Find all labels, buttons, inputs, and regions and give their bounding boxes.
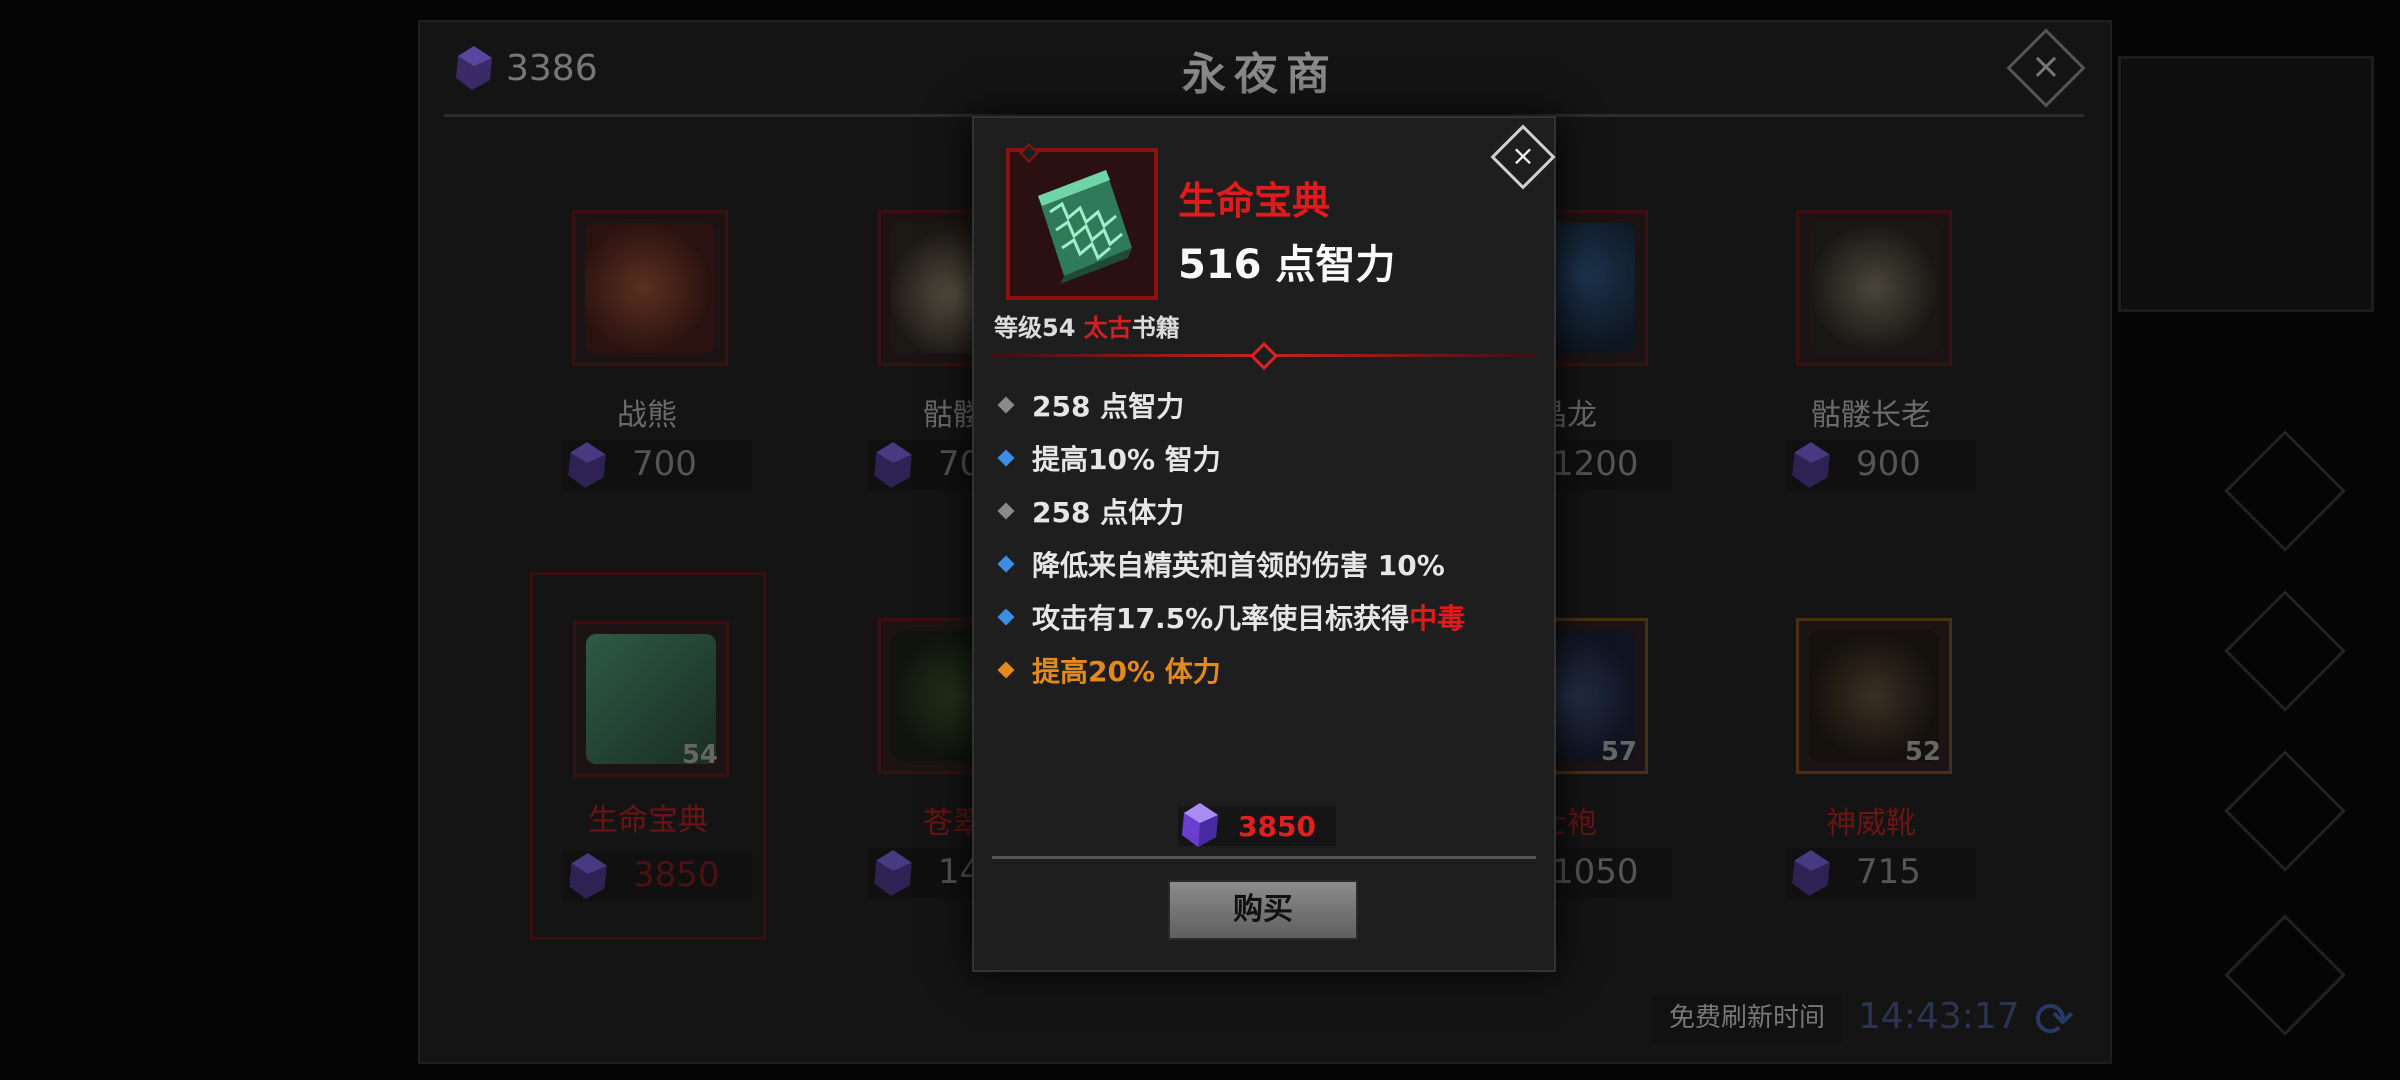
- attribute-row: 258 点体力: [994, 484, 1534, 537]
- popup-price: 3850: [1178, 803, 1336, 847]
- item-price: 700: [562, 440, 752, 490]
- purple-gem-icon: [1792, 850, 1830, 896]
- shop-item-card[interactable]: 骷髅长老 900: [1756, 210, 1986, 570]
- purple-gem-icon: [1182, 803, 1218, 847]
- item-category: 书籍: [1131, 314, 1180, 342]
- gem-balance: 3386: [452, 44, 598, 92]
- purple-gem-icon: [874, 850, 912, 896]
- bullet-diamond-icon: [997, 608, 1015, 625]
- item-name: 生命宝典: [588, 803, 708, 838]
- item-price-value: 700: [632, 444, 697, 484]
- shop-item-card[interactable]: 战熊 700: [532, 210, 762, 570]
- bullet-diamond-icon: [997, 555, 1015, 572]
- item-frame: [572, 210, 728, 366]
- item-frame: 54: [573, 621, 729, 777]
- side-nav-button[interactable]: [2224, 430, 2346, 552]
- attribute-row-legendary: 提高20% 体力: [994, 643, 1534, 696]
- bullet-diamond-icon: [997, 502, 1015, 519]
- item-frame: [1796, 210, 1952, 366]
- close-icon: ×: [2030, 46, 2062, 87]
- item-rarity: 太古: [1083, 314, 1132, 342]
- shop-item-card[interactable]: 52 神威靴 715: [1756, 618, 1986, 978]
- attribute-text: 攻击有17.5%几率使目标获得: [1032, 601, 1410, 635]
- shop-item-card-selected[interactable]: 54 生命宝典 3850: [530, 572, 766, 940]
- bullet-diamond-icon: [997, 449, 1015, 466]
- attribute-list: 258 点智力 提高10% 智力 258 点体力 降低来自精英和首领的伤害 10…: [994, 378, 1534, 696]
- attribute-text: 降低来自精英和首领的伤害 10%: [1032, 548, 1445, 582]
- gem-balance-value: 3386: [506, 47, 598, 89]
- purple-gem-icon: [569, 853, 607, 899]
- close-icon: ×: [1511, 139, 1535, 172]
- attribute-text: 258 点体力: [1032, 495, 1185, 529]
- popup-price-value: 3850: [1238, 810, 1316, 843]
- item-price-value: 715: [1856, 852, 1921, 892]
- purple-gem-icon: [1792, 442, 1830, 488]
- divider: [992, 856, 1536, 859]
- item-level: 等级54: [994, 314, 1076, 342]
- item-price-value: 3850: [633, 855, 720, 895]
- side-nav-button[interactable]: [2224, 590, 2346, 712]
- attribute-row: 攻击有17.5%几率使目标获得 中毒: [994, 590, 1534, 643]
- item-price: 3850: [563, 851, 753, 901]
- attribute-text: 提高10% 智力: [1032, 442, 1221, 476]
- purple-gem-icon: [568, 442, 606, 488]
- attribute-row: 降低来自精英和首领的伤害 10%: [994, 537, 1534, 590]
- attribute-text: 258 点智力: [1032, 389, 1185, 423]
- refresh-label: 免费刷新时间: [1652, 994, 1842, 1042]
- item-name: 骷髅长老: [1811, 398, 1931, 433]
- right-side-panel: [2118, 56, 2374, 312]
- item-name: 战熊: [617, 398, 677, 433]
- item-frame: 52: [1796, 618, 1952, 774]
- refresh-icon[interactable]: ⟳: [2034, 992, 2074, 1048]
- item-price-value: 900: [1856, 444, 1921, 484]
- attribute-highlight: 中毒: [1409, 601, 1466, 635]
- item-level: 54: [681, 740, 718, 770]
- popup-close-button[interactable]: ×: [1490, 124, 1556, 190]
- item-level: 57: [1600, 737, 1637, 767]
- bear-icon: [585, 223, 715, 353]
- item-price: 900: [1786, 440, 1976, 490]
- item-name: 神威靴: [1826, 806, 1916, 841]
- side-nav-button[interactable]: [2224, 914, 2346, 1036]
- attribute-row: 258 点智力: [994, 378, 1534, 431]
- item-price-value: 1200: [1552, 444, 1639, 484]
- attribute-text: 提高20% 体力: [1032, 654, 1221, 688]
- purple-gem-icon: [874, 442, 912, 488]
- refresh-timer: 14:43:17: [1858, 996, 2020, 1037]
- item-level: 52: [1904, 737, 1941, 767]
- skull-icon: [1809, 223, 1939, 353]
- side-nav-button[interactable]: [2224, 750, 2346, 872]
- item-main-stat: 516 点智力: [1178, 242, 1396, 288]
- item-level-line: 等级54 太古书籍: [994, 308, 1180, 343]
- divider-ornament: [1249, 341, 1279, 371]
- item-price-value: 1050: [1552, 852, 1639, 892]
- buy-button[interactable]: 购买: [1168, 880, 1358, 940]
- attribute-row: 提高10% 智力: [994, 431, 1534, 484]
- book-icon: [1038, 170, 1132, 284]
- item-price: 715: [1786, 848, 1976, 898]
- purple-gem-icon: [456, 46, 492, 90]
- item-name: 生命宝典: [1178, 179, 1331, 223]
- bullet-diamond-icon: [997, 396, 1015, 413]
- bullet-diamond-icon: [997, 661, 1015, 678]
- item-detail-popup: 生命宝典 516 点智力 × 等级54 太古书籍 258 点智力 提高10% 智…: [972, 116, 1556, 972]
- item-icon-frame: [1006, 143, 1158, 300]
